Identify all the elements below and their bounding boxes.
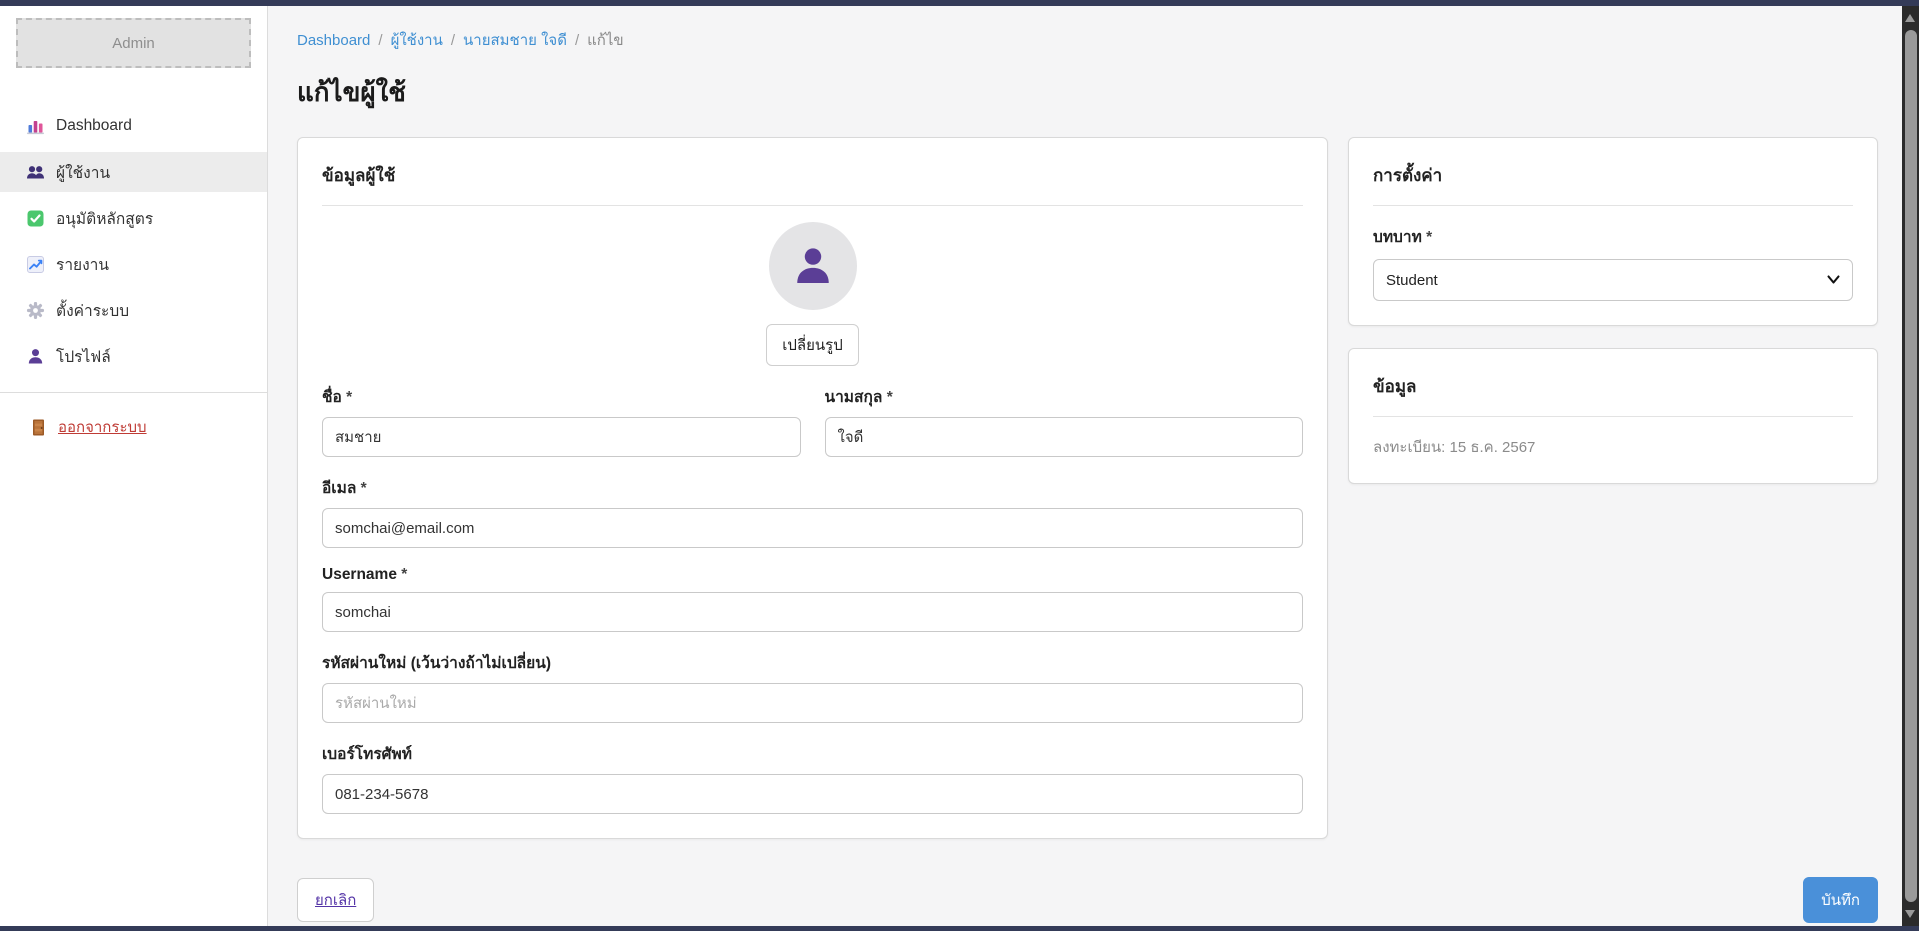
right-column: การตั้งค่า บทบาท * Student [1348,137,1878,484]
users-icon [26,163,45,182]
email-label: อีเมล * [322,475,1303,500]
sidebar-divider [0,392,267,393]
last-name-field-group: นามสกุล * [825,384,1304,457]
line-chart-icon [26,255,45,274]
person-icon [790,243,836,289]
first-name-field-group: ชื่อ * [322,384,801,457]
card-title-info: ข้อมูล [1373,373,1853,417]
breadcrumb-separator: / [378,32,382,49]
logout-link[interactable]: ออกจากระบบ [0,415,267,439]
password-label: รหัสผ่านใหม่ (เว้นว่างถ้าไม่เปลี่ยน) [322,650,1303,675]
change-photo-button[interactable]: เปลี่ยนรูป [766,324,858,366]
registered-date-text: ลงทะเบียน: 15 ธ.ค. 2567 [1373,435,1853,459]
password-field-group: รหัสผ่านใหม่ (เว้นว่างถ้าไม่เปลี่ยน) [322,650,1303,723]
required-asterisk: * [887,389,893,406]
sidebar-item-reports[interactable]: รายงาน [0,244,267,284]
sidebar-item-label: รายงาน [56,252,109,277]
breadcrumb-user-name[interactable]: นายสมชาย ใจดี [463,28,567,52]
sidebar: Admin Dashboard [0,6,268,926]
required-asterisk: * [361,480,367,497]
page-title: แก้ไขผู้ใช้ [297,72,1878,113]
user-info-card: ข้อมูลผู้ใช้ เปลี่ยนรูป ชื่อ * [297,137,1328,839]
card-title-user-info: ข้อมูลผู้ใช้ [322,162,1303,206]
browser-bottom-edge [0,926,1919,931]
avatar [769,222,857,310]
brand-placeholder: Admin [16,18,251,68]
settings-card: การตั้งค่า บทบาท * Student [1348,137,1878,326]
required-asterisk: * [346,389,352,406]
required-asterisk: * [401,566,407,583]
vertical-scrollbar[interactable] [1902,6,1919,926]
browser-top-edge [0,0,1919,6]
scrollbar-thumb[interactable] [1905,30,1917,902]
gear-icon [26,301,45,320]
first-name-label: ชื่อ * [322,384,801,409]
new-password-input[interactable] [322,683,1303,723]
breadcrumb: Dashboard / ผู้ใช้งาน / นายสมชาย ใจดี / … [297,28,1878,52]
sidebar-item-label: โปรไฟล์ [56,344,111,369]
phone-label: เบอร์โทรศัพท์ [322,741,1303,766]
role-field-group: บทบาท * Student [1373,224,1853,301]
phone-field-group: เบอร์โทรศัพท์ [322,741,1303,814]
sidebar-nav: Dashboard ผู้ใช้งาน อนุมัติหลักสูตร [0,106,267,376]
sidebar-item-dashboard[interactable]: Dashboard [0,106,267,146]
person-icon [26,347,45,366]
role-select[interactable]: Student [1373,259,1853,301]
username-field-group: Username * [322,566,1303,632]
form-actions: ยกเลิก บันทึก [297,877,1878,923]
logout-label: ออกจากระบบ [58,415,147,439]
phone-input[interactable] [322,774,1303,814]
sidebar-item-label: อนุมัติหลักสูตร [56,206,153,231]
breadcrumb-separator: / [575,32,579,49]
scroll-up-arrow-icon[interactable] [1905,14,1915,22]
check-icon [26,209,45,228]
cancel-button[interactable]: ยกเลิก [297,878,374,922]
sidebar-item-label: ตั้งค่าระบบ [56,298,129,323]
save-button[interactable]: บันทึก [1803,877,1878,923]
last-name-input[interactable] [825,417,1304,457]
username-label: Username * [322,566,1303,584]
sidebar-item-system-settings[interactable]: ตั้งค่าระบบ [0,290,267,330]
sidebar-item-label: Dashboard [56,117,132,135]
sidebar-item-approve-courses[interactable]: อนุมัติหลักสูตร [0,198,267,238]
card-title-settings: การตั้งค่า [1373,162,1853,206]
last-name-label: นามสกุล * [825,384,1304,409]
sidebar-item-profile[interactable]: โปรไฟล์ [0,336,267,376]
sidebar-item-label: ผู้ใช้งาน [56,160,110,185]
main-content: Dashboard / ผู้ใช้งาน / นายสมชาย ใจดี / … [269,6,1902,926]
required-asterisk: * [1426,229,1432,246]
breadcrumb-current: แก้ไข [587,28,624,52]
scroll-down-arrow-icon[interactable] [1905,910,1915,918]
breadcrumb-dashboard[interactable]: Dashboard [297,32,370,49]
breadcrumb-separator: / [451,32,455,49]
email-field-group: อีเมล * [322,475,1303,548]
username-input[interactable] [322,592,1303,632]
info-card: ข้อมูล ลงทะเบียน: 15 ธ.ค. 2567 [1348,348,1878,484]
sidebar-item-users[interactable]: ผู้ใช้งาน [0,152,267,192]
brand-label: Admin [112,35,155,52]
first-name-input[interactable] [322,417,801,457]
role-label: บทบาท * [1373,224,1853,249]
email-input[interactable] [322,508,1303,548]
door-icon [30,418,47,437]
breadcrumb-users[interactable]: ผู้ใช้งาน [391,28,443,52]
bar-chart-icon [26,117,45,136]
